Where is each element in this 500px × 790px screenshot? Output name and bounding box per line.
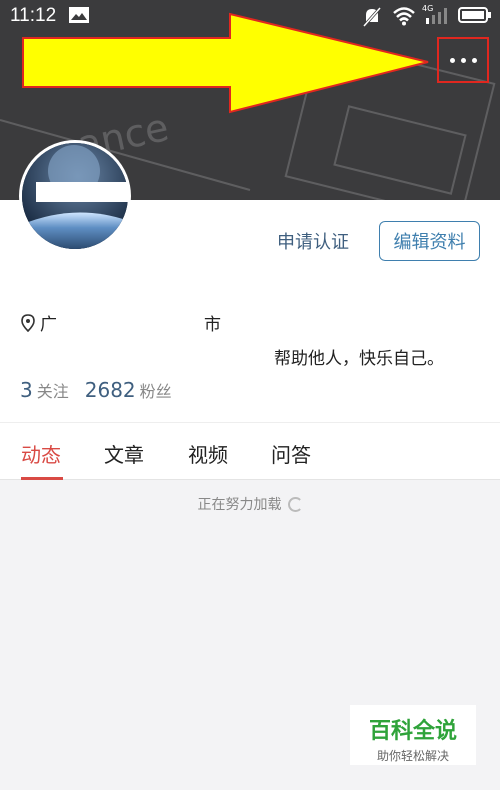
tab-dynamics[interactable]: 动态 xyxy=(21,439,61,468)
loading-spinner-icon xyxy=(287,497,303,512)
location: 广 xyxy=(20,310,57,335)
following-count[interactable]: 3 xyxy=(20,378,33,402)
location-pin-icon xyxy=(21,313,35,332)
watermark-title: 百科全说 xyxy=(368,719,457,744)
edit-profile-button[interactable]: 编辑资料 xyxy=(379,221,480,261)
location-province: 广 xyxy=(40,315,57,335)
followers-label[interactable]: 粉丝 xyxy=(140,378,172,402)
apply-verification-link[interactable]: 申请认证 xyxy=(277,228,349,254)
tab-qa[interactable]: 问答 xyxy=(271,439,311,468)
more-horizontal-icon xyxy=(449,57,477,63)
loading-text: 正在努力加载 xyxy=(197,497,282,513)
follow-stats: 3 关注 2682 粉丝 xyxy=(20,378,188,402)
yellow-arrow-annotation xyxy=(22,12,429,114)
following-label[interactable]: 关注 xyxy=(37,378,69,402)
watermark-subtitle: 助你轻松解决 xyxy=(376,749,449,763)
content-tabs: 动态 文章 视频 问答 xyxy=(0,422,500,480)
location-city: 市 xyxy=(204,315,221,335)
more-options-button[interactable] xyxy=(437,37,489,83)
watermark-logo: 百科全说 助你轻松解决 xyxy=(350,705,476,765)
followers-count[interactable]: 2682 xyxy=(85,378,136,402)
tab-videos[interactable]: 视频 xyxy=(188,439,228,468)
bio-text: 帮助他人，快乐自己。 xyxy=(274,349,444,369)
tab-articles[interactable]: 文章 xyxy=(104,439,144,468)
battery-icon xyxy=(458,7,491,23)
active-tab-indicator xyxy=(21,477,63,480)
redaction-bar xyxy=(36,182,128,202)
loading-indicator: 正在努力加载 xyxy=(0,494,500,514)
